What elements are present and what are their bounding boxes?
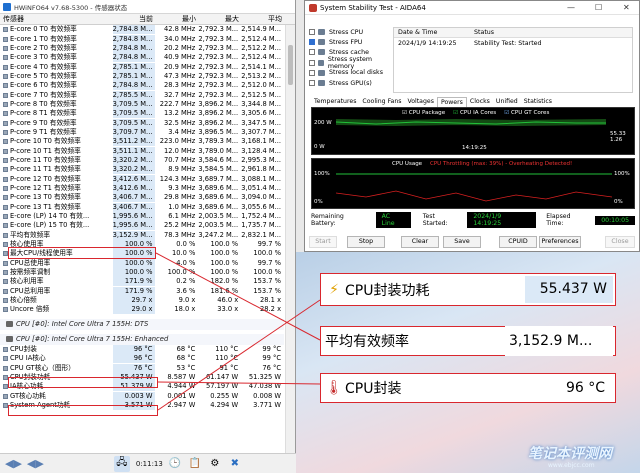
zoom-temp-value: 96 °C: [565, 380, 605, 396]
tab[interactable]: Statistics: [521, 97, 555, 107]
elapsed-value: 00:10:05: [595, 215, 636, 225]
status-col-status: Status: [474, 29, 495, 36]
device-icon: [318, 39, 325, 46]
status-table: Date & Time Status 2024/1/9 14:19:25 Sta…: [393, 27, 633, 93]
stress-option[interactable]: Stress GPU(s): [309, 78, 393, 88]
window-close-icon[interactable]: ✕: [623, 3, 630, 12]
checkbox[interactable]: [309, 59, 315, 66]
option-label: Stress GPU(s): [329, 79, 372, 87]
aida64-window: System Stability Test - AIDA64 — ☐ ✕ Str…: [304, 0, 640, 252]
legend-checkbox[interactable]: ☑: [504, 110, 511, 116]
device-icon: [318, 29, 325, 36]
tab[interactable]: Voltages: [405, 97, 437, 107]
line-power: [157, 299, 321, 411]
power-trace: [336, 118, 606, 127]
zoom-freq-label: 平均有效频率: [325, 334, 409, 350]
aida-title: System Stability Test - AIDA64: [320, 3, 426, 12]
preferences-button[interactable]: Preferences: [539, 236, 581, 248]
option-label: Stress local disks: [329, 69, 383, 77]
tab[interactable]: Cooling Fans: [359, 97, 404, 107]
close-button[interactable]: Close: [605, 236, 635, 248]
legend-checkbox[interactable]: ☑: [453, 110, 460, 116]
aida-app-icon: [309, 3, 317, 12]
option-label: Stress FPU: [329, 38, 363, 46]
stress-option[interactable]: Stress system memory: [309, 55, 393, 70]
watermark: 笔记本评测网: [528, 446, 612, 462]
g1-top-label: 200 W: [314, 120, 332, 126]
checkbox[interactable]: [309, 49, 315, 56]
aida-titlebar: System Stability Test - AIDA64 — ☐ ✕: [305, 1, 639, 15]
info-bar: Remaining Battery: AC Line Test Started:…: [311, 212, 636, 228]
lightning-icon: ⚡: [329, 281, 339, 298]
elapsed-label: Elapsed Time:: [546, 213, 571, 227]
thermometer-icon: 🌡: [325, 380, 343, 396]
status-col-date: Date & Time: [398, 29, 438, 36]
zoom-freq-value: 3,152.9 M...: [505, 326, 613, 356]
legend-checkbox[interactable]: ☑: [402, 110, 409, 116]
tab[interactable]: Powers: [436, 97, 467, 107]
legend-item[interactable]: ☑ CPU IA Cores: [453, 110, 496, 116]
power-legend: ☑ CPU Package ☑ CPU IA Cores ☑ CPU GT Core…: [402, 110, 549, 116]
g2-label: CPU Usage: [392, 161, 423, 167]
save-button[interactable]: Save: [443, 236, 481, 248]
line-freq: [155, 252, 321, 341]
stress-option[interactable]: Stress CPU: [309, 27, 393, 37]
checkbox[interactable]: [309, 29, 315, 36]
device-icon: [318, 80, 325, 87]
clear-button[interactable]: Clear: [401, 236, 439, 248]
started-value: 2024/1/9 14:19:25: [467, 212, 537, 228]
device-icon: [318, 49, 325, 56]
usage-trace: [336, 173, 612, 202]
status-date: 2024/1/9 14:19:25: [398, 39, 457, 47]
g1-bottom-label: 0 W: [314, 144, 325, 150]
graph-tabs: Temperatures Cooling Fans Voltages Powers Cl…: [311, 97, 555, 107]
option-label: Stress CPU: [329, 28, 364, 36]
device-icon: [317, 59, 324, 66]
device-icon: [318, 69, 325, 76]
g2-bottom: 0%: [314, 199, 323, 205]
zoom-temp-label: CPU封装: [345, 381, 402, 397]
stress-options: Stress CPU Stress FPU Stress cache Stress s…: [309, 27, 393, 88]
legend-label: CPU GT Cores: [511, 110, 550, 116]
g2-right-top: 100%: [614, 171, 630, 177]
zoom-cpu-package-power: ⚡ CPU封装功耗 55.437 W: [320, 273, 616, 306]
tab[interactable]: Temperatures: [311, 97, 359, 107]
g2-throttle: CPU Throttling (max: 39%) - Overheating …: [430, 161, 573, 167]
line-temp: [157, 381, 321, 385]
zoom-cpu-package-temp: 🌡 CPU封装 96 °C: [320, 373, 616, 403]
option-label: Stress system memory: [327, 55, 373, 70]
minimize-icon[interactable]: —: [567, 3, 575, 12]
battery-label: Remaining Battery:: [311, 213, 344, 227]
checkbox[interactable]: [309, 69, 315, 76]
status-text: Stability Test: Started: [474, 39, 542, 47]
stress-option[interactable]: Stress local disks: [309, 68, 393, 78]
zoom-power-value: 55.437 W: [525, 276, 613, 303]
checkbox[interactable]: [309, 80, 315, 87]
started-label: Test Started:: [422, 213, 448, 227]
checkbox[interactable]: [309, 39, 315, 46]
power-graph: ☑ CPU Package ☑ CPU IA Cores ☑ CPU GT Core…: [311, 107, 635, 155]
legend-item[interactable]: ☑ CPU GT Cores: [504, 110, 549, 116]
legend-label: CPU IA Cores: [459, 110, 497, 116]
zoom-power-label: CPU封装功耗: [345, 282, 430, 299]
g1-value2: 1.26: [610, 137, 623, 143]
legend-label: CPU Package: [408, 110, 446, 116]
g2-right-bottom: 0%: [614, 199, 623, 205]
battery-value: AC Line: [375, 212, 411, 228]
start-button[interactable]: Start: [309, 236, 337, 248]
tab[interactable]: Unified: [493, 97, 521, 107]
maximize-icon[interactable]: ☐: [595, 3, 602, 12]
g2-top: 100%: [314, 171, 330, 177]
tab[interactable]: Clocks: [467, 97, 493, 107]
usage-graph: CPU Usage CPU Throttling (max: 39%) - Ov…: [311, 158, 635, 209]
stop-button[interactable]: Stop: [347, 236, 385, 248]
watermark-url: www.ebjcc.com: [548, 462, 595, 469]
cpuid-button[interactable]: CPUID: [499, 236, 537, 248]
zoom-avg-freq: 平均有效频率 3,152.9 M...: [320, 326, 616, 356]
legend-item[interactable]: ☑ CPU Package: [402, 110, 445, 116]
stress-option[interactable]: Stress FPU: [309, 37, 393, 47]
